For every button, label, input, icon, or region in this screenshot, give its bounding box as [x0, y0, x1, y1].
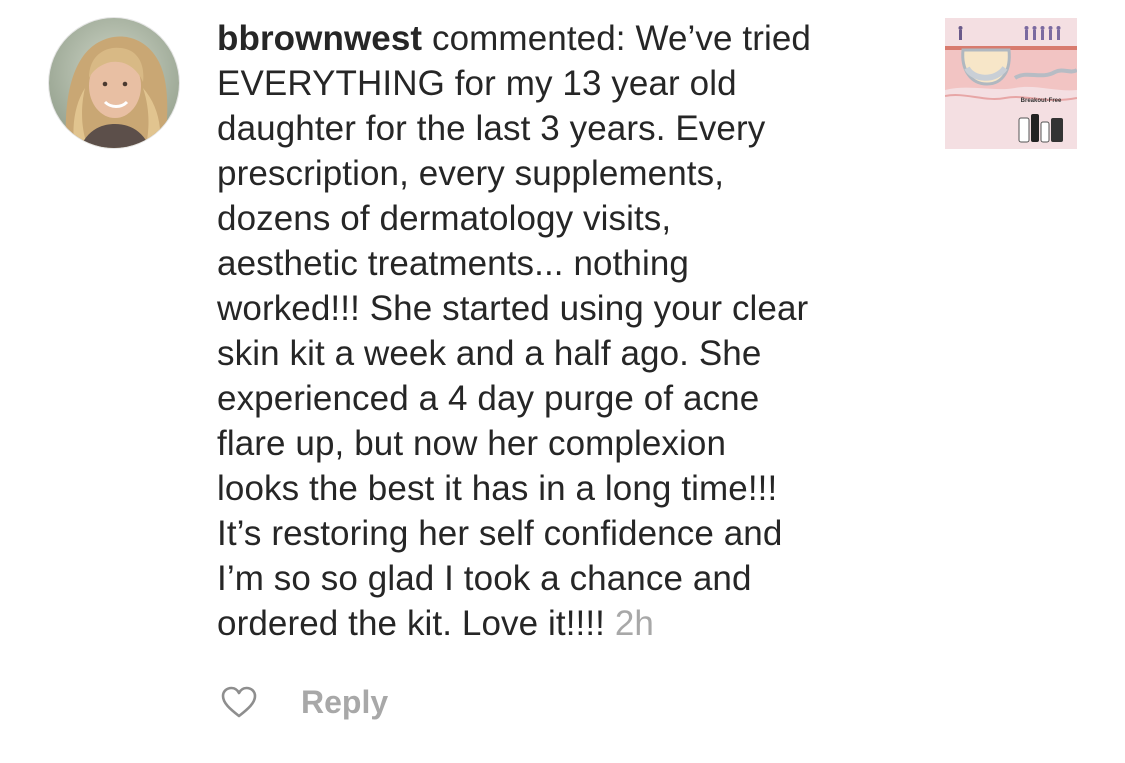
- comment-line: aesthetic treatments... nothing: [217, 244, 689, 283]
- comment-line: EVERYTHING for my 13 year old: [217, 64, 737, 103]
- post-thumbnail-image: Breakout-Free: [945, 18, 1077, 149]
- heart-outline-icon: [221, 686, 257, 718]
- like-button[interactable]: [217, 680, 261, 724]
- comment-actions: Reply: [217, 678, 388, 726]
- comment-line: ordered the kit. Love it!!!!: [217, 604, 606, 643]
- comment-line: experienced a 4 day purge of acne: [217, 379, 760, 418]
- comment-timestamp[interactable]: 2h: [615, 604, 654, 643]
- reply-button[interactable]: Reply: [301, 684, 388, 721]
- comment-last-line: ordered the kit. Love it!!!! 2h: [217, 601, 917, 646]
- comment-verb: commented:: [432, 19, 626, 58]
- comment-line: dozens of dermatology visits,: [217, 199, 672, 238]
- comment-line: looks the best it has in a long time!!!: [217, 469, 778, 508]
- avatar[interactable]: [48, 17, 180, 149]
- comment-line: daughter for the last 3 years. Every: [217, 109, 766, 148]
- thumbnail-brand-text: Breakout-Free: [1021, 98, 1062, 104]
- avatar-photo: [49, 18, 179, 148]
- comment-first-line: bbrownwest commented: We’ve tried: [217, 16, 917, 61]
- comment-line: I’m so so glad I took a chance and: [217, 559, 752, 598]
- comment-line: prescription, every supplements,: [217, 154, 725, 193]
- username-link[interactable]: bbrownwest: [217, 19, 422, 58]
- comment-line: skin kit a week and a half ago. She: [217, 334, 762, 373]
- comment-text: bbrownwest commented: We’ve tried EVERYT…: [217, 16, 917, 646]
- comment-line: We’ve tried: [635, 19, 811, 58]
- comment-line: It’s restoring her self confidence and: [217, 514, 783, 553]
- comment-line: flare up, but now her complexion: [217, 424, 727, 463]
- post-thumbnail[interactable]: Breakout-Free: [945, 18, 1077, 149]
- comment-line: worked!!! She started using your clear: [217, 289, 809, 328]
